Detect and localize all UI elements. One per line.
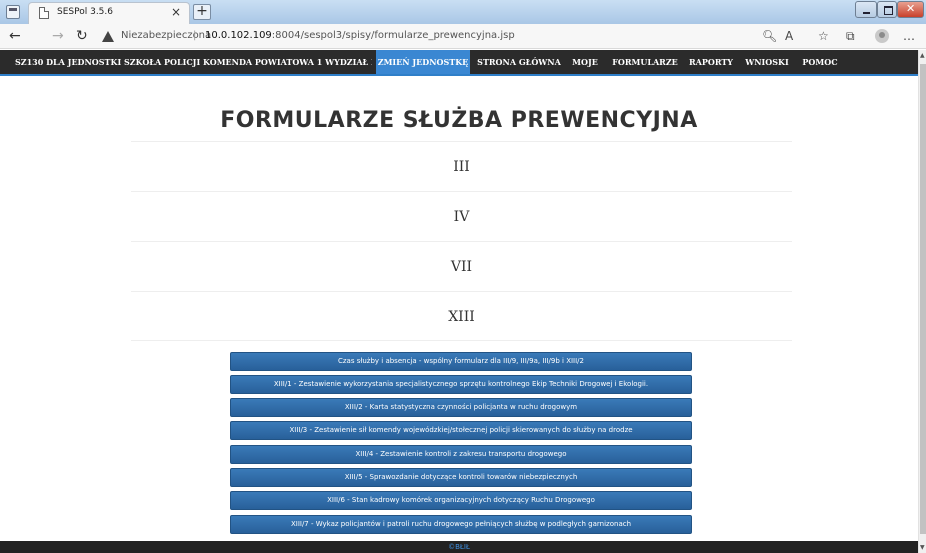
nav-mine[interactable]: MOJE	[567, 50, 603, 74]
nav-forms[interactable]: FORMULARZE	[610, 50, 680, 74]
refresh-icon[interactable]: ↻	[76, 28, 88, 44]
page-icon	[39, 7, 49, 19]
form-button-xiii-3[interactable]: XIII/3 - Zestawienie sił komendy wojewód…	[230, 421, 692, 440]
zoom-icon[interactable]: 🔍︎	[762, 29, 777, 43]
more-options-icon[interactable]: …	[903, 29, 915, 43]
scroll-down-arrow-icon[interactable]: ▼	[920, 544, 925, 551]
section-label: XIII	[448, 309, 475, 325]
footer: ©BŁIŁ	[0, 541, 918, 553]
close-window-button[interactable]	[897, 1, 924, 18]
form-button-xiii-6[interactable]: XIII/6 - Stan kadrowy komórek organizacy…	[230, 491, 692, 510]
address-separator: |	[193, 30, 197, 41]
nav-requests[interactable]: WNIOSKI	[743, 50, 791, 74]
app-navbar: SZ130 DLA JEDNOSTKI SZKOŁA POLICJI KOMEN…	[0, 50, 918, 76]
form-button-xiii-1[interactable]: XIII/1 - Zestawienie wykorzystania specj…	[230, 375, 692, 394]
favorites-icon[interactable]: ☆	[818, 29, 829, 43]
read-aloud-icon[interactable]: A	[785, 29, 793, 43]
page-scrollbar[interactable]: ▲ ▼	[918, 50, 926, 553]
unit-label: SZ130 DLA JEDNOSTKI SZKOŁA POLICJI KOMEN…	[15, 57, 372, 67]
section-divider	[131, 340, 792, 341]
minimize-button[interactable]	[855, 1, 877, 18]
profile-avatar[interactable]	[875, 29, 889, 43]
form-button-xiii-2[interactable]: XIII/2 - Karta statystyczna czynności po…	[230, 398, 692, 417]
form-button-time-absence[interactable]: Czas służby i absencja - wspólny formula…	[230, 352, 692, 371]
tab-close-icon[interactable]: ×	[171, 5, 181, 19]
form-button-xiii-7[interactable]: XIII/7 - Wykaz policjantów i patroli ruc…	[230, 515, 692, 534]
collections-icon[interactable]: ⧉	[846, 29, 855, 43]
section-label: VII	[450, 259, 473, 275]
warning-icon[interactable]	[102, 31, 114, 42]
forward-arrow-icon[interactable]: →	[52, 28, 64, 44]
nav-reports[interactable]: RAPORTY	[686, 50, 736, 74]
address-bar: ← → ↻ Niezabezpieczona | 10.0.102.109:80…	[0, 24, 926, 49]
url-path: :8004/sespol3/spisy/formularze_prewencyj…	[271, 30, 515, 41]
new-tab-button[interactable]: +	[193, 4, 211, 20]
window-titlebar: SESPol 3.5.6 × +	[0, 0, 926, 24]
section-label: IV	[453, 209, 470, 225]
window-menu-icon[interactable]	[6, 5, 20, 19]
url-field[interactable]: 10.0.102.109:8004/sespol3/spisy/formular…	[205, 30, 515, 41]
section-label: III	[453, 159, 470, 175]
security-warning-text[interactable]: Niezabezpieczona	[121, 30, 211, 41]
page-title: FORMULARZE SŁUŻBA PREWENCYJNA	[220, 108, 698, 133]
nav-change-unit[interactable]: ZMIEŃ JEDNOSTKĘ	[376, 50, 470, 74]
footer-text[interactable]: ©BŁIŁ	[448, 543, 470, 551]
browser-tab[interactable]: SESPol 3.5.6 ×	[28, 2, 190, 24]
section-heading-xiii[interactable]: XIII	[131, 291, 792, 341]
back-arrow-icon[interactable]: ←	[9, 28, 21, 44]
scrollbar-thumb[interactable]	[920, 64, 926, 534]
scroll-up-arrow-icon[interactable]: ▲	[920, 52, 925, 59]
section-heading-iii[interactable]: III	[131, 141, 792, 191]
section-heading-iv[interactable]: IV	[131, 191, 792, 241]
form-button-xiii-5[interactable]: XIII/5 - Sprawozdanie dotyczące kontroli…	[230, 468, 692, 487]
tab-title: SESPol 3.5.6	[57, 7, 113, 17]
section-heading-vii[interactable]: VII	[131, 241, 792, 291]
nav-home[interactable]: STRONA GŁÓWNA	[475, 50, 563, 74]
form-button-xiii-4[interactable]: XIII/4 - Zestawienie kontroli z zakresu …	[230, 445, 692, 464]
maximize-button[interactable]	[877, 1, 897, 18]
nav-help[interactable]: POMOC	[800, 50, 840, 74]
url-host: 10.0.102.109	[205, 30, 272, 41]
